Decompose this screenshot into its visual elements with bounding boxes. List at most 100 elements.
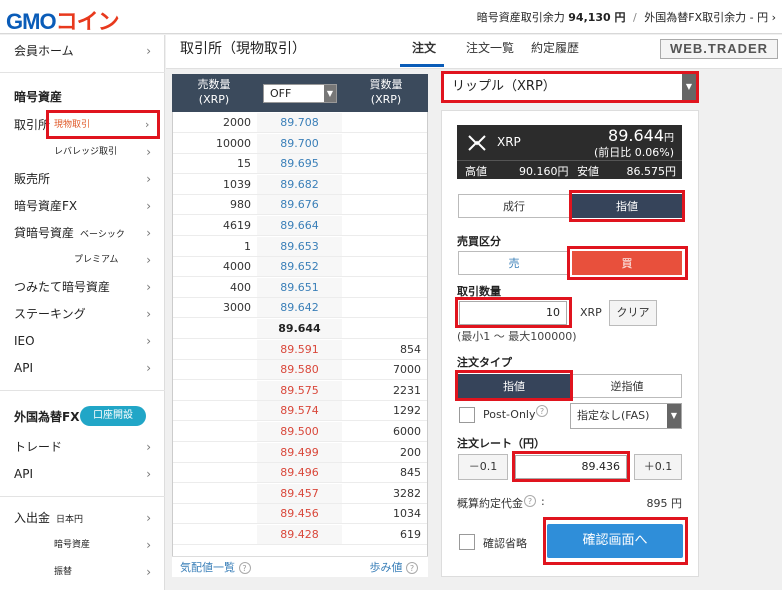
sidebar-item-tsumitate[interactable]: つみたて暗号資産 › [0, 274, 165, 300]
price[interactable]: 89.653 [257, 236, 342, 256]
sidebar-item-crypto-fx[interactable]: 暗号資産FX › [0, 193, 165, 219]
ask-row[interactable]: 4619 89.664 [173, 216, 427, 236]
price[interactable]: 89.428 [257, 525, 342, 544]
post-only-checkbox[interactable] [459, 407, 475, 423]
buy-quantity: 200 [400, 445, 421, 459]
rate-minus-button[interactable]: －0.1 [458, 454, 508, 480]
tab-order[interactable]: 注文 [412, 39, 436, 56]
price[interactable]: 89.580 [257, 360, 342, 380]
tab-trade-history[interactable]: 約定履歴 [531, 39, 579, 56]
webtrader-button[interactable]: WEB.TRADER [660, 39, 778, 59]
ask-row[interactable]: 1039 89.682 [173, 174, 427, 195]
sidebar-item-lending-premium[interactable]: プレミアム › [0, 247, 165, 273]
confirm-button[interactable]: 確認画面へ [547, 524, 683, 558]
bid-row[interactable]: 89.580 7000 [173, 360, 427, 381]
ask-row[interactable]: 1 89.653 [173, 236, 427, 257]
ask-row[interactable]: 3000 89.642 [173, 298, 427, 319]
price[interactable]: 89.500 [257, 422, 342, 441]
open-account-button[interactable]: 口座開設 [80, 406, 146, 426]
price-grouping-select[interactable]: OFF ▼ [263, 84, 337, 103]
active-tab-indicator [400, 64, 444, 67]
help-icon[interactable]: ? [524, 495, 536, 507]
bid-row[interactable]: 89.456 1034 [173, 504, 427, 525]
sidebar-item-deposit-crypto[interactable]: 暗号資産 › [0, 532, 165, 558]
sidebar-item-deposit-jpy[interactable]: 日本円 [56, 515, 83, 525]
mid-price-row[interactable]: 89.644 [173, 319, 427, 339]
sidebar-item-sales[interactable]: 販売所 › [0, 166, 165, 192]
quantity-unit: XRP [580, 306, 602, 319]
bid-row[interactable]: 89.428 619 [173, 525, 427, 545]
rate-plus-button[interactable]: ＋0.1 [634, 454, 682, 480]
sell-quantity: 10000 [216, 136, 251, 150]
price[interactable]: 89.682 [257, 174, 342, 194]
sidebar-item-transfer[interactable]: 振替 › [0, 559, 165, 585]
order-rate-input[interactable]: 89.436 [515, 455, 627, 479]
market-order-button[interactable]: 成行 [458, 194, 570, 218]
order-type-stop-button[interactable]: 逆指値 [572, 374, 682, 398]
sidebar-item-fx-trade[interactable]: トレード › [0, 434, 165, 460]
buy-button[interactable]: 買 [572, 251, 682, 275]
time-in-force-select[interactable]: 指定なし(FAS) ▼ [570, 403, 682, 429]
ask-row[interactable]: 2000 89.708 [173, 113, 427, 133]
bid-row[interactable]: 89.591 854 [173, 339, 427, 360]
dropdown-arrow-icon: ▼ [682, 74, 696, 100]
bid-row[interactable]: 89.496 845 [173, 463, 427, 484]
ticker-divider [457, 160, 682, 161]
price[interactable]: 89.642 [257, 298, 342, 318]
quote-list-link[interactable]: 気配値一覧 ? [180, 557, 251, 578]
bid-row[interactable]: 89.575 2231 [173, 380, 427, 401]
bid-row[interactable]: 89.499 200 [173, 442, 427, 463]
chevron-right-icon: › [146, 226, 151, 240]
price[interactable]: 89.457 [257, 483, 342, 503]
bid-row[interactable]: 89.457 3282 [173, 483, 427, 504]
quantity-input[interactable]: 10 [459, 301, 567, 325]
price[interactable]: 89.496 [257, 463, 342, 483]
gmo-coin-logo[interactable]: GMOコイン [6, 4, 120, 36]
bid-row[interactable]: 89.500 6000 [173, 422, 427, 442]
sidebar-item-fx-api[interactable]: API › [0, 461, 165, 487]
sell-button[interactable]: 売 [458, 251, 570, 275]
price[interactable]: 89.574 [257, 401, 342, 421]
tab-order-list[interactable]: 注文一覧 [466, 39, 514, 56]
help-icon[interactable]: ? [536, 405, 548, 417]
price[interactable]: 89.499 [257, 442, 342, 462]
sidebar-item-leverage[interactable]: レバレッジ取引 › [0, 139, 165, 165]
price[interactable]: 89.695 [257, 154, 342, 174]
sidebar-item-ieo[interactable]: IEO › [0, 328, 165, 354]
sidebar-item-lending-basic[interactable]: ベーシック [80, 230, 125, 240]
price[interactable]: 89.651 [257, 277, 342, 297]
price[interactable]: 89.676 [257, 195, 342, 215]
tick-history-link[interactable]: 歩み値 ? [370, 557, 418, 578]
price[interactable]: 89.664 [257, 216, 342, 235]
ask-row[interactable]: 15 89.695 [173, 154, 427, 175]
price[interactable]: 89.652 [257, 257, 342, 277]
price[interactable]: 89.644 [257, 319, 342, 338]
sidebar-item-deposit[interactable]: 入出金 日本円 › [0, 505, 165, 531]
sidebar-item-api[interactable]: API › [0, 355, 165, 381]
ask-row[interactable]: 4000 89.652 [173, 257, 427, 278]
sidebar-item-lending[interactable]: 貸暗号資産 ベーシック › [0, 220, 165, 246]
limit-order-button[interactable]: 指値 [572, 194, 682, 218]
skip-confirm-checkbox[interactable] [459, 534, 475, 550]
sidebar-item-staking[interactable]: ステーキング › [0, 301, 165, 327]
price[interactable]: 89.456 [257, 504, 342, 524]
chevron-right-icon[interactable]: › [772, 11, 776, 24]
sidebar-item-home[interactable]: 会員ホーム › [0, 38, 165, 64]
ask-row[interactable]: 400 89.651 [173, 277, 427, 298]
price[interactable]: 89.708 [257, 113, 342, 132]
clear-button[interactable]: クリア [609, 300, 657, 326]
currency-pair-select[interactable]: リップル（XRP） ▼ [443, 73, 697, 101]
help-icon[interactable]: ? [406, 562, 418, 574]
ask-row[interactable]: 980 89.676 [173, 195, 427, 216]
buy-quantity: 845 [400, 466, 421, 480]
price[interactable]: 89.700 [257, 133, 342, 153]
chevron-right-icon: › [146, 538, 151, 552]
help-icon[interactable]: ? [238, 562, 251, 574]
price[interactable]: 89.575 [257, 380, 342, 400]
price[interactable]: 89.591 [257, 339, 342, 359]
bid-row[interactable]: 89.574 1292 [173, 401, 427, 422]
sidebar-item-spot[interactable]: 現物取引 [54, 112, 90, 138]
ask-row[interactable]: 10000 89.700 [173, 133, 427, 154]
fx-balance-label: 外国為替FX取引余力 - 円 [644, 11, 769, 24]
order-type-limit-button[interactable]: 指値 [458, 374, 570, 398]
